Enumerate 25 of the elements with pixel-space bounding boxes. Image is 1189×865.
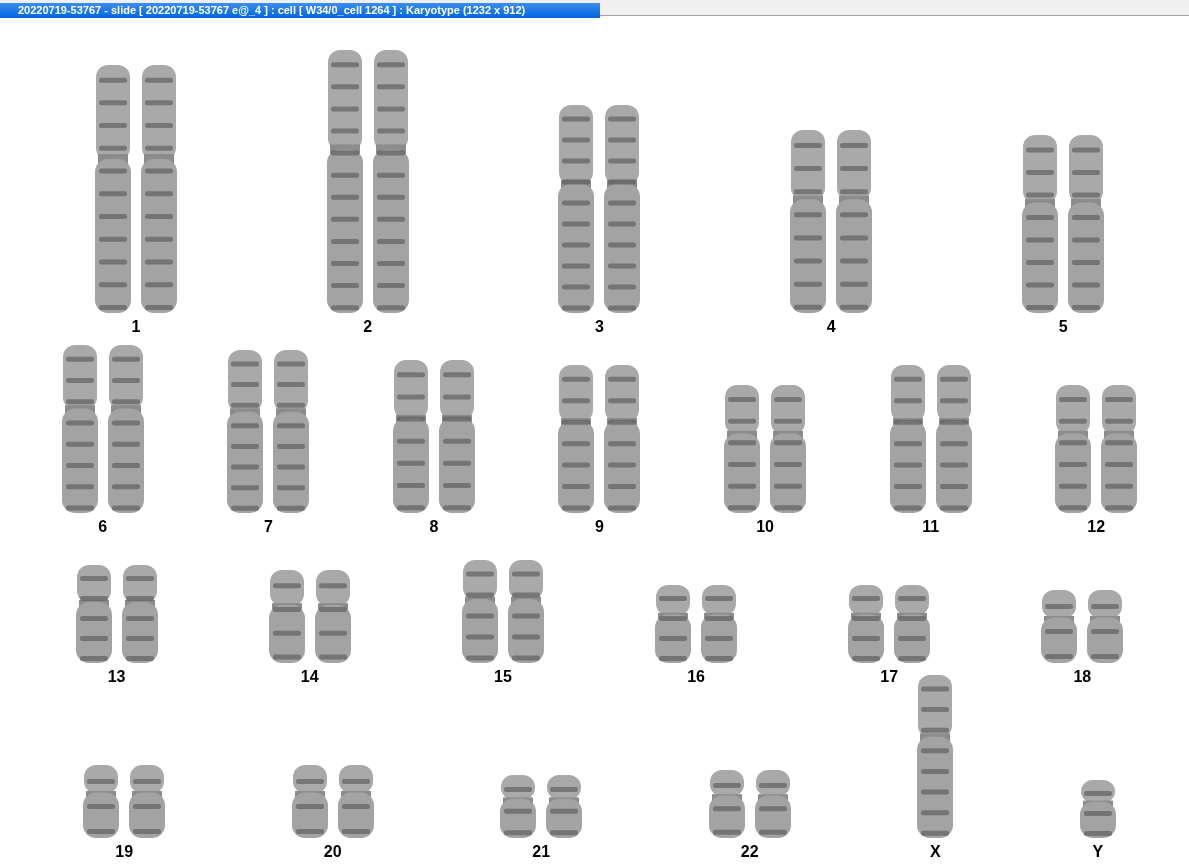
chromosome-label: 1: [131, 318, 141, 336]
chromosome-label: 17: [880, 668, 899, 686]
chromosome-label: X: [929, 843, 941, 861]
chromosome-label: 16: [687, 668, 705, 686]
chromosome-label: 18: [1073, 668, 1092, 686]
window-title: 20220719-53767 - slide [ 20220719-53767 e@_4 ] : cell [ W34/0_cell 1264 ] : Karyotype (1232 x 912): [0, 3, 600, 18]
chromosome-label: 19: [115, 843, 134, 861]
chromosome-label: 15: [494, 668, 512, 686]
chromosome-label: 10: [756, 518, 774, 536]
chromosome-label: 20: [323, 843, 342, 861]
chromosome-label: 12: [1087, 518, 1106, 536]
chromosome-label: 14: [300, 668, 319, 686]
chromosome-label: 9: [595, 518, 604, 536]
chromosome-label: 5: [1058, 318, 1068, 336]
chromosome-label: 22: [740, 843, 759, 861]
chromosome-label: 13: [107, 668, 126, 686]
chromosome-label: Y: [1092, 843, 1104, 861]
chromosome-label: 11: [922, 518, 940, 536]
chromosome-label: 8: [429, 518, 439, 536]
chromosome-label: 2: [363, 318, 373, 336]
chromosome-label: 7: [263, 518, 273, 536]
chromosome-label: 6: [98, 518, 108, 536]
chromosome-label: 4: [826, 318, 836, 336]
chromosome-label: 21: [532, 843, 551, 861]
chromosome-label: 3: [595, 318, 604, 336]
